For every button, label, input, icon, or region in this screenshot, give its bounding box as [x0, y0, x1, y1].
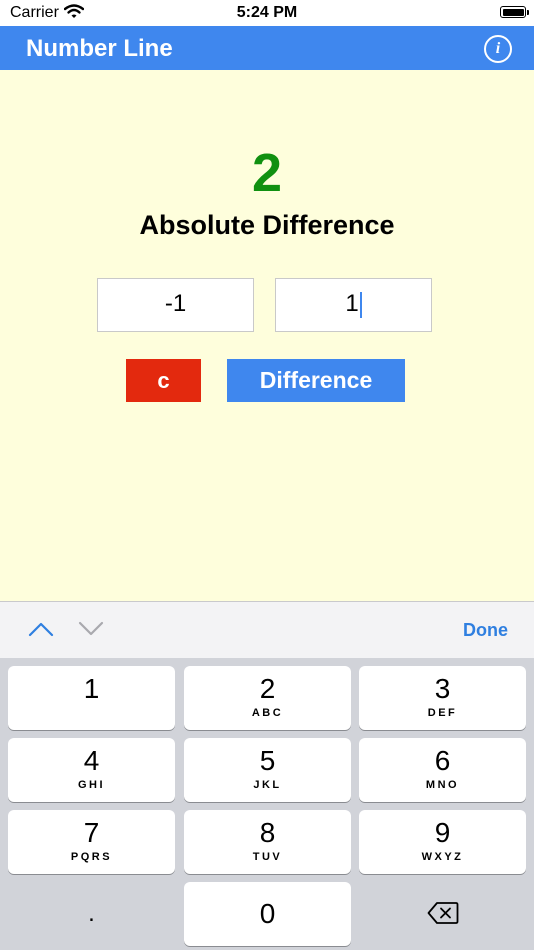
key-7[interactable]: 7 PQRS: [8, 810, 175, 874]
battery-icon: [500, 6, 529, 18]
nav-bar: Number Line i: [0, 26, 534, 70]
key-letters: ABC: [251, 707, 284, 719]
key-8[interactable]: 8 TUV: [184, 810, 351, 874]
key-letters: DEF: [427, 707, 458, 719]
chevron-down-icon[interactable]: [78, 621, 104, 642]
clear-button[interactable]: c: [126, 359, 201, 402]
info-icon[interactable]: i: [484, 35, 512, 63]
result-label: Absolute Difference: [139, 210, 395, 240]
second-number-field[interactable]: 1: [275, 278, 432, 332]
key-letters: GHI: [77, 779, 106, 791]
key-digit: 4: [83, 745, 100, 776]
key-5[interactable]: 5 JKL: [184, 738, 351, 802]
key-9[interactable]: 9 WXYZ: [359, 810, 526, 874]
key-3[interactable]: 3 DEF: [359, 666, 526, 730]
key-decimal-point[interactable]: .: [8, 882, 175, 946]
clock: 5:24 PM: [236, 4, 298, 21]
numeric-keypad: 1 2 ABC 3 DEF 4 GHI 5 JKL 6 MNO 7 PQRS 8…: [0, 658, 534, 950]
done-button[interactable]: Done: [463, 620, 508, 641]
backspace-icon: [427, 901, 459, 930]
key-letters: PQRS: [70, 851, 113, 863]
key-4[interactable]: 4 GHI: [8, 738, 175, 802]
key-digit: .: [88, 900, 95, 927]
first-number-field[interactable]: -1: [97, 278, 254, 332]
backspace-key[interactable]: [359, 882, 526, 946]
key-letters: MNO: [425, 779, 460, 791]
result-value: 2: [251, 143, 283, 203]
key-0[interactable]: 0: [184, 882, 351, 946]
key-letters: TUV: [252, 851, 283, 863]
key-2[interactable]: 2 ABC: [184, 666, 351, 730]
key-digit: 9: [434, 817, 451, 848]
key-digit: 7: [83, 817, 100, 848]
key-letters: WXYZ: [421, 851, 464, 863]
key-1[interactable]: 1: [8, 666, 175, 730]
status-bar: Carrier 5:24 PM: [0, 0, 534, 26]
key-digit: 2: [259, 673, 276, 704]
key-digit: 6: [434, 745, 451, 776]
keyboard-toolbar: Done: [0, 601, 534, 658]
chevron-up-icon[interactable]: [28, 621, 54, 642]
first-number-value: -1: [164, 290, 187, 317]
text-cursor: [359, 291, 362, 318]
second-number-value: 1: [345, 290, 359, 317]
key-letters: JKL: [253, 779, 282, 791]
key-6[interactable]: 6 MNO: [359, 738, 526, 802]
difference-button[interactable]: Difference: [227, 359, 405, 402]
page-title: Number Line: [26, 35, 173, 62]
key-digit: 8: [259, 817, 276, 848]
key-digit: 3: [434, 673, 451, 704]
key-digit: 0: [259, 898, 276, 929]
key-digit: 5: [259, 745, 276, 776]
key-digit: 1: [83, 673, 100, 704]
